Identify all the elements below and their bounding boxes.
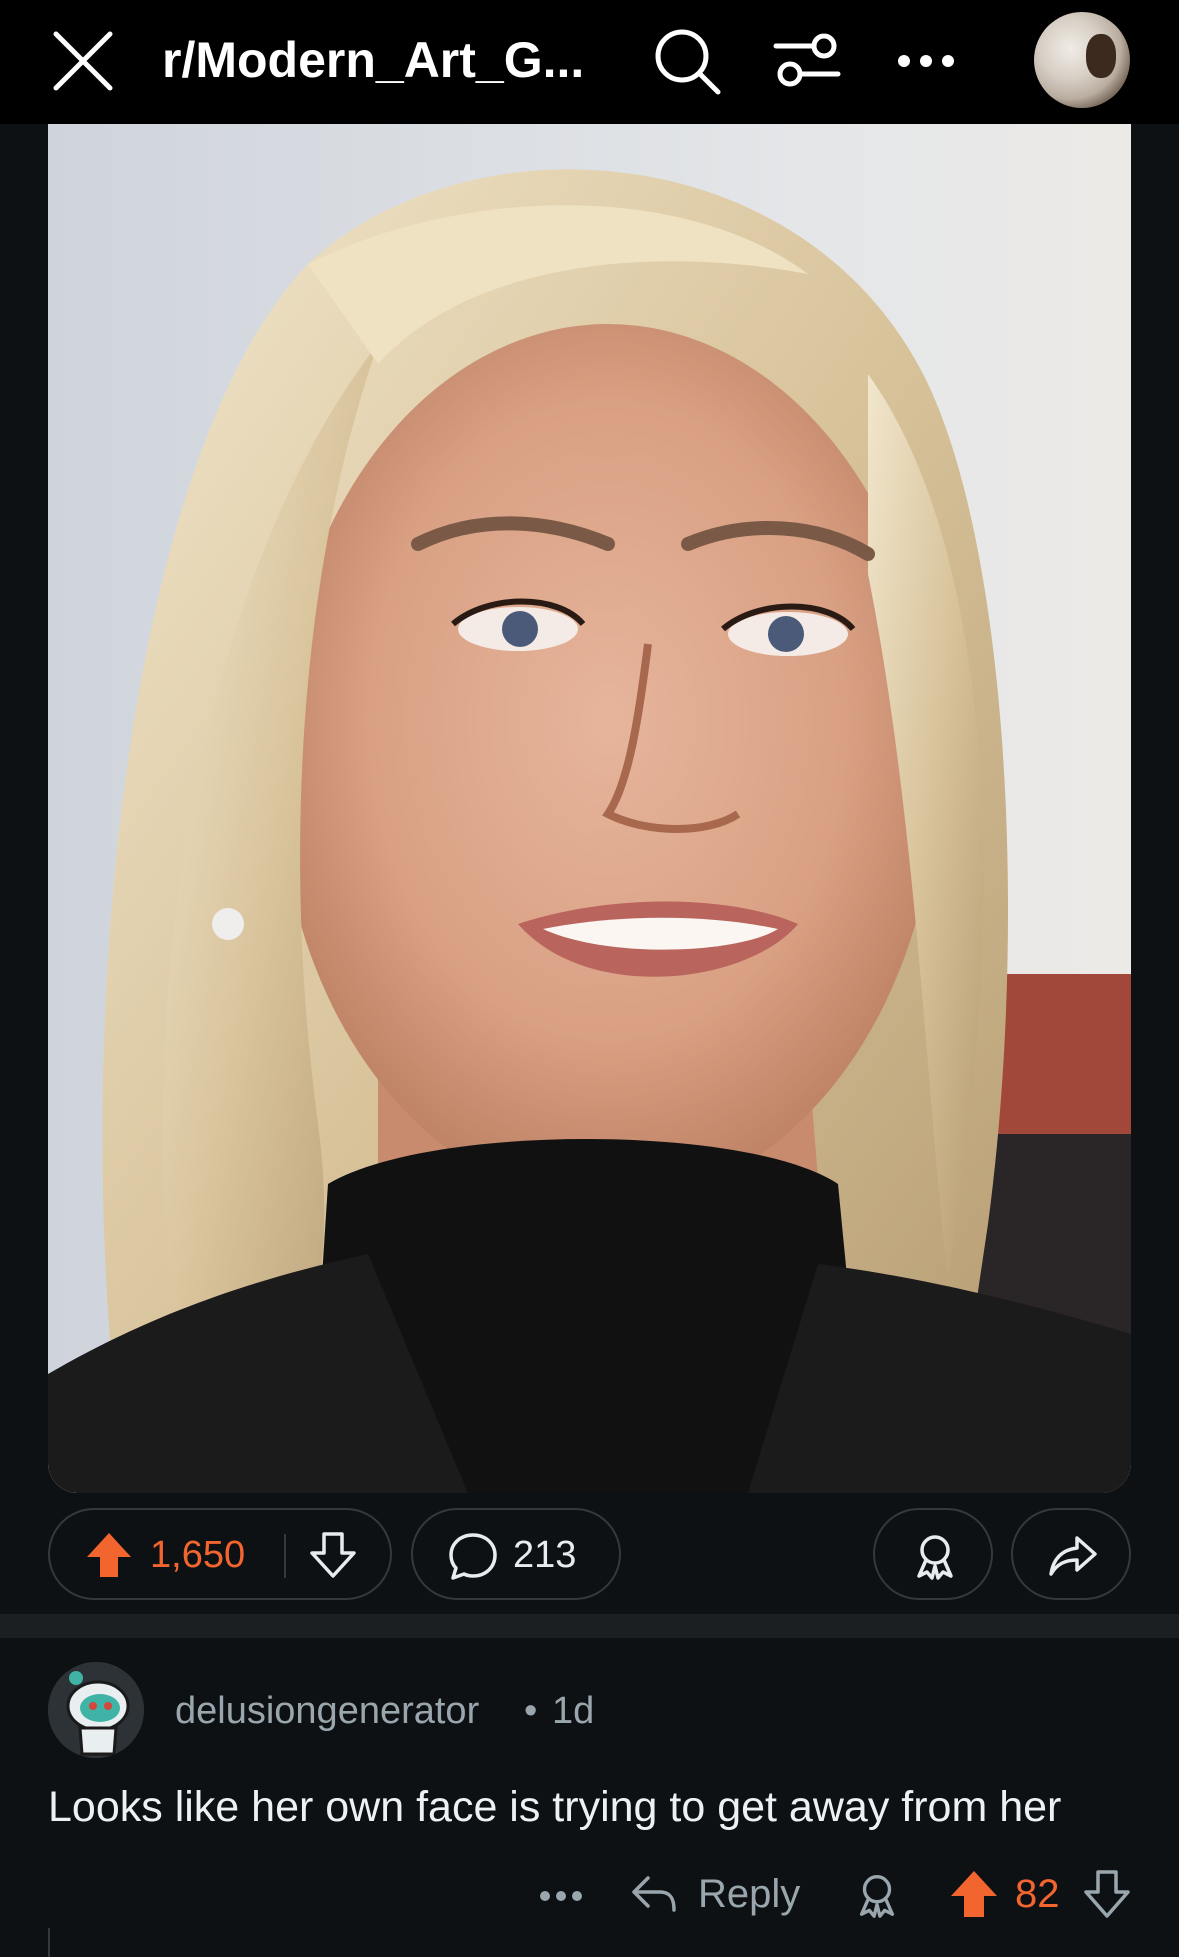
comment-downvote-icon[interactable] — [1082, 1868, 1132, 1920]
vote-pill: 1,650 — [48, 1508, 392, 1600]
close-icon[interactable] — [48, 26, 118, 96]
share-button[interactable] — [1011, 1508, 1131, 1600]
upvote-icon[interactable] — [84, 1530, 134, 1580]
thread-line — [48, 1928, 50, 1957]
search-icon[interactable] — [650, 24, 724, 98]
post-image[interactable] — [48, 124, 1131, 1493]
upvote-count: 1,650 — [150, 1534, 246, 1576]
filter-icon[interactable] — [770, 24, 844, 98]
comment-more-icon[interactable] — [536, 1878, 586, 1914]
reply-button[interactable]: Reply — [630, 1866, 810, 1922]
comment-bubble-icon — [449, 1533, 497, 1580]
comment-vote-count: 82 — [1015, 1872, 1060, 1916]
share-icon — [1049, 1536, 1097, 1576]
comments-button[interactable]: 213 — [411, 1508, 621, 1600]
reply-icon — [632, 1876, 676, 1912]
comment-age: 1d — [552, 1690, 595, 1732]
meta-separator: • — [524, 1690, 538, 1732]
snoo-avatar-icon — [48, 1662, 144, 1758]
top-bar: r/Modern_Art_G... — [0, 0, 1179, 124]
commenter-avatar[interactable] — [48, 1662, 144, 1758]
section-separator — [0, 1614, 1179, 1638]
comment-text: Looks like her own face is trying to get… — [48, 1783, 1062, 1831]
reply-label: Reply — [698, 1872, 801, 1916]
vote-divider — [284, 1534, 286, 1578]
post-action-bar: 1,650 213 — [0, 1508, 1179, 1604]
subreddit-title[interactable]: r/Modern_Art_G... — [162, 28, 612, 92]
avatar-face — [1086, 34, 1116, 78]
more-options-icon[interactable] — [893, 36, 959, 86]
downvote-icon[interactable] — [308, 1530, 358, 1580]
comment: delusiongenerator • 1d Looks like her ow… — [0, 1660, 1179, 1957]
portrait-illustration — [48, 124, 1131, 1493]
comment-award-icon[interactable] — [852, 1870, 902, 1920]
post-detail-page: r/Modern_Art_G... 1,650 213 delusiongene… — [0, 0, 1179, 1957]
comment-count: 213 — [513, 1534, 577, 1576]
award-icon — [917, 1535, 953, 1580]
award-button[interactable] — [873, 1508, 993, 1600]
comment-upvote-icon[interactable] — [948, 1868, 1000, 1920]
user-avatar[interactable] — [1034, 12, 1130, 108]
comment-author[interactable]: delusiongenerator — [175, 1688, 479, 1734]
